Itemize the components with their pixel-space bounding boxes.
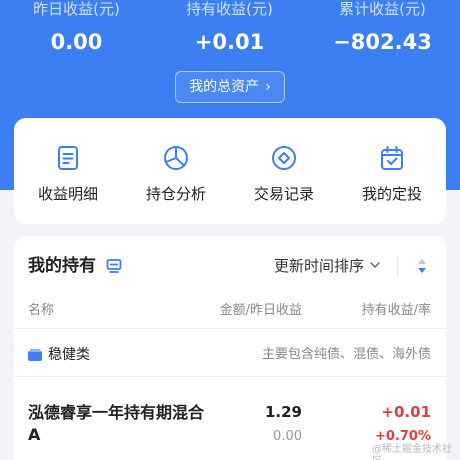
category-divider [14, 376, 446, 377]
action-position-analysis[interactable]: 持仓分析 [122, 118, 230, 224]
total-assets-label: 我的总资产 [189, 79, 260, 95]
pie-chart-icon [164, 146, 188, 170]
stat-holding-label: 持有收益(元) [186, 0, 273, 18]
watermark: @稀土掘金技术社区 [372, 444, 452, 460]
total-assets-button[interactable]: 我的总资产 › [175, 71, 285, 103]
action-trade-records-label: 交易记录 [253, 185, 314, 203]
chevron-down-icon[interactable] [369, 260, 381, 270]
column-divider [14, 328, 446, 329]
stat-total-value: −802.43 [333, 30, 432, 54]
stat-holding-value: +0.01 [194, 30, 265, 54]
sort-dropdown[interactable]: 更新时间排序 [274, 256, 364, 276]
action-my-auto-invest-label: 我的定投 [361, 185, 422, 203]
stat-yesterday-label: 昨日收益(元) [33, 0, 120, 18]
summary-stats: 昨日收益(元) 0.00 持有收益(元) +0.01 累计收益(元) −802.… [0, 0, 460, 60]
stat-yesterday: 昨日收益(元) 0.00 [0, 0, 153, 56]
column-holding-income: 持有收益/率 [361, 303, 431, 318]
fund-holding-income: +0.01 [381, 403, 431, 421]
action-position-analysis-label: 持仓分析 [145, 185, 206, 203]
monitor-icon[interactable] [106, 258, 122, 274]
header-divider [397, 256, 398, 276]
sort-order-icon[interactable] [416, 257, 428, 275]
diamond-record-icon [272, 146, 296, 170]
stat-total: 累计收益(元) −802.43 [306, 0, 459, 56]
document-list-icon [58, 146, 78, 170]
chevron-right-icon: › [265, 79, 271, 95]
quick-actions-card: 收益明细 持仓分析 交易记录 我的定投 [14, 118, 446, 224]
action-income-detail-label: 收益明细 [37, 185, 98, 203]
holdings-card: 我的持有 更新时间排序 名称 金额/昨日收益 持有收益/率 稳健类 主要包含纯债… [14, 236, 446, 460]
action-trade-records[interactable]: 交易记录 [230, 118, 338, 224]
stat-yesterday-value: 0.00 [50, 30, 103, 54]
stat-total-label: 累计收益(元) [339, 0, 426, 18]
fund-holding-rate: +0.70% [375, 429, 431, 444]
category-desc: 主要包含纯债、混债、海外债 [261, 347, 431, 362]
action-income-detail[interactable]: 收益明细 [14, 118, 122, 224]
holdings-title: 我的持有 [28, 256, 96, 276]
action-my-auto-invest[interactable]: 我的定投 [338, 118, 446, 224]
calendar-check-icon [381, 146, 403, 170]
stat-holding: 持有收益(元) +0.01 [153, 0, 306, 56]
